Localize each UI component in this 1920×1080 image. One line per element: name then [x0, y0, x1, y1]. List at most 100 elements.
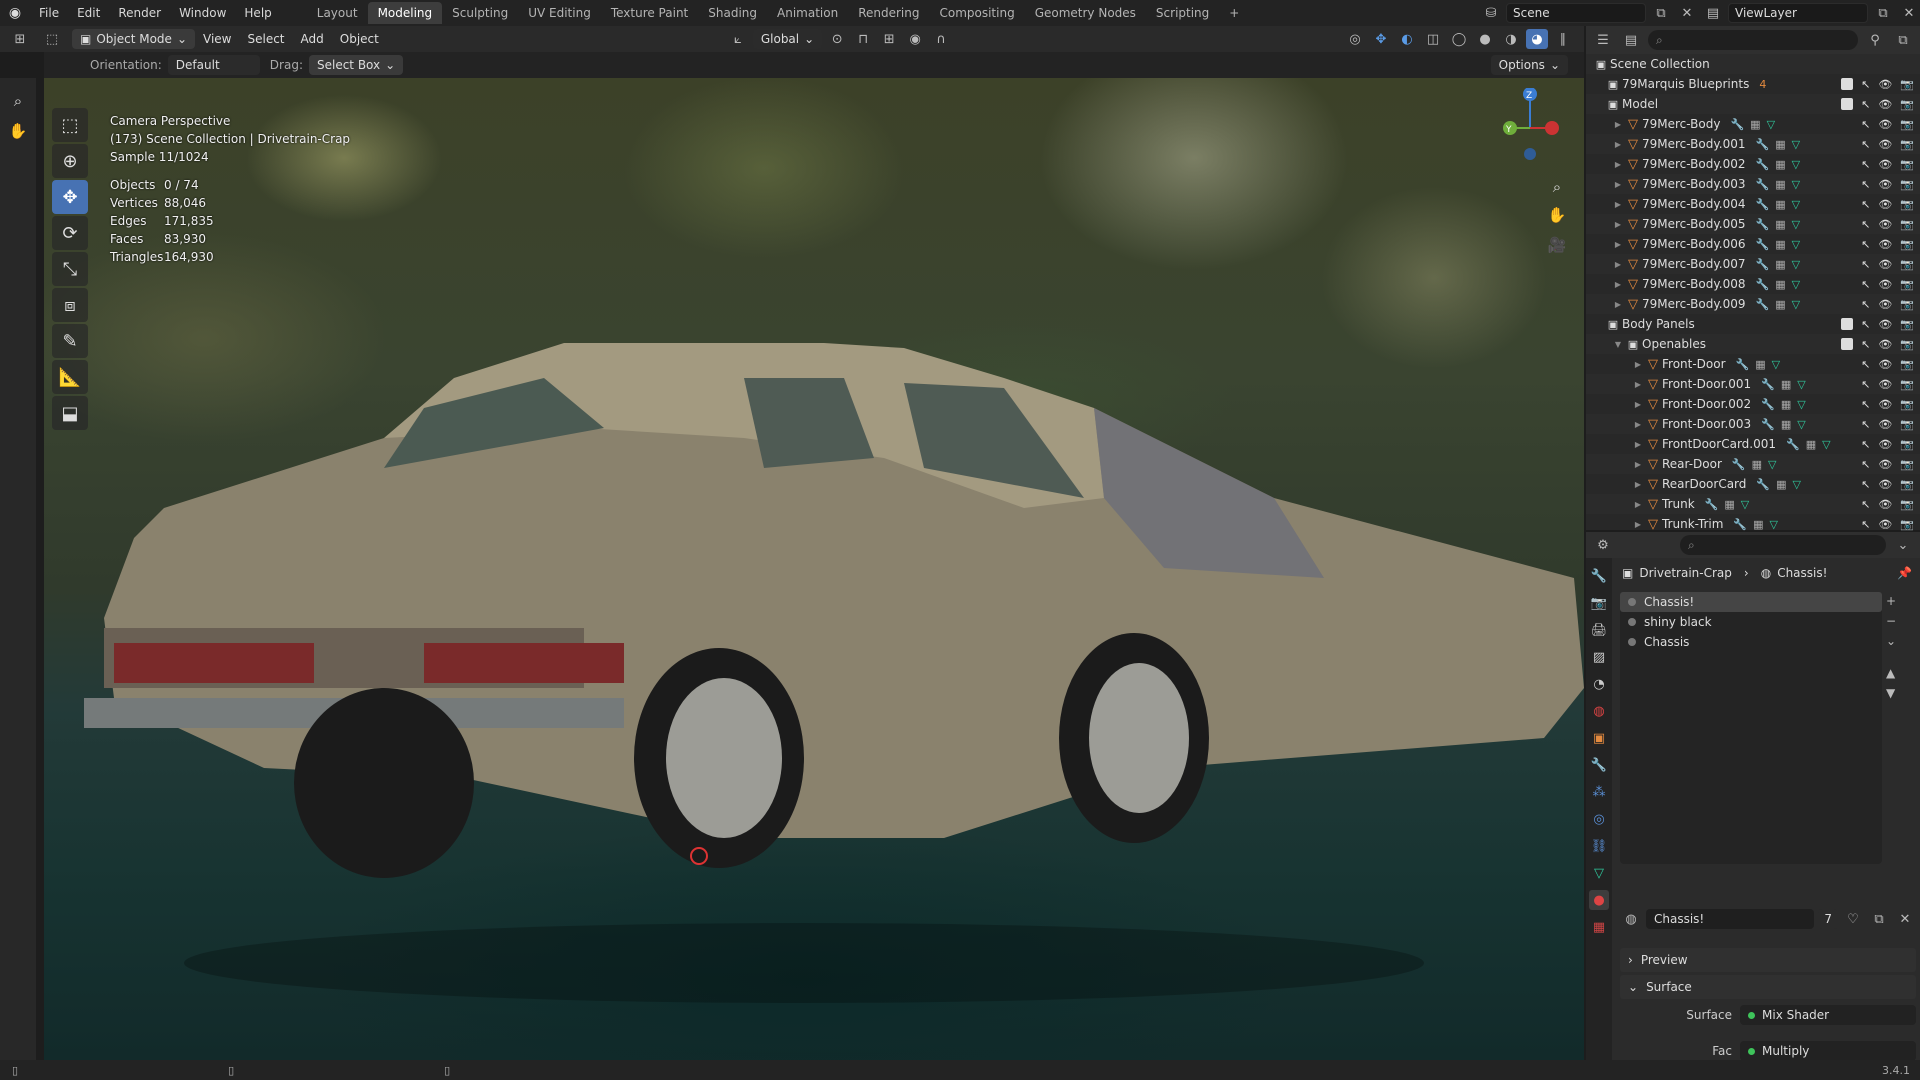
- wireframe-shading-icon[interactable]: ◯: [1448, 29, 1470, 49]
- annotate-tool-icon[interactable]: ✎: [52, 324, 88, 358]
- material-slots-icon[interactable]: ▦: [1781, 378, 1791, 391]
- eye-icon[interactable]: 👁: [1878, 258, 1892, 271]
- world-tab-icon[interactable]: ◍: [1589, 701, 1609, 721]
- camera-icon[interactable]: 📷: [1900, 458, 1914, 471]
- wrench-icon[interactable]: 🔧: [1755, 218, 1769, 231]
- eye-icon[interactable]: 👁: [1878, 138, 1892, 151]
- move-down-icon[interactable]: ▼: [1886, 686, 1896, 700]
- outliner-object-row[interactable]: ▶ ▽ Front-Door.002 🔧 ▦ ▽ ↖ 👁 📷: [1586, 394, 1920, 414]
- expand-right-icon[interactable]: ▶: [1632, 480, 1644, 489]
- camera-icon[interactable]: 📷: [1900, 78, 1914, 91]
- selectable-icon[interactable]: ↖: [1861, 438, 1870, 451]
- expand-right-icon[interactable]: ▶: [1612, 280, 1624, 289]
- selectable-icon[interactable]: ↖: [1861, 178, 1870, 191]
- material-slots-icon[interactable]: ▦: [1775, 238, 1785, 251]
- outliner-object-row[interactable]: ▶ ▽ 79Merc-Body.006 🔧 ▦ ▽ ↖ 👁 📷: [1586, 234, 1920, 254]
- texture-tab-icon[interactable]: ▦: [1589, 917, 1609, 937]
- drag-dropdown[interactable]: Select Box ⌄: [308, 55, 404, 75]
- selectable-icon[interactable]: ↖: [1861, 198, 1870, 211]
- material-slots-icon[interactable]: ▦: [1724, 498, 1734, 511]
- material-slots-icon[interactable]: ▦: [1781, 398, 1791, 411]
- eye-icon[interactable]: 👁: [1878, 458, 1892, 471]
- add-workspace-icon[interactable]: +: [1219, 2, 1249, 24]
- exclude-checkbox[interactable]: [1841, 318, 1854, 330]
- scene-tab-icon[interactable]: ◔: [1589, 674, 1609, 694]
- wrench-icon[interactable]: 🔧: [1755, 178, 1769, 191]
- expand-right-icon[interactable]: ▶: [1612, 300, 1624, 309]
- pause-render-icon[interactable]: ∥: [1552, 29, 1574, 49]
- tab-scripting[interactable]: Scripting: [1146, 2, 1219, 24]
- material-slot[interactable]: Chassis: [1620, 632, 1882, 652]
- camera-icon[interactable]: 📷: [1900, 478, 1914, 491]
- mesh-data-icon[interactable]: ▽: [1792, 258, 1800, 271]
- eye-icon[interactable]: 👁: [1878, 298, 1892, 311]
- properties-editor-icon[interactable]: ⚙: [1592, 535, 1614, 555]
- material-name-field[interactable]: Chassis!: [1646, 909, 1815, 929]
- blender-logo-icon[interactable]: ◉: [0, 0, 30, 26]
- menu-window[interactable]: Window: [170, 0, 235, 26]
- eye-icon[interactable]: 👁: [1878, 498, 1892, 511]
- camera-icon[interactable]: 📷: [1900, 318, 1914, 331]
- selectable-icon[interactable]: ↖: [1861, 358, 1870, 371]
- tab-texture-paint[interactable]: Texture Paint: [601, 2, 698, 24]
- exclude-checkbox[interactable]: [1841, 78, 1854, 90]
- wrench-icon[interactable]: 🔧: [1755, 298, 1769, 311]
- scene-field[interactable]: Scene: [1506, 3, 1646, 23]
- outliner-object-row[interactable]: ▶ ▽ Trunk-Trim 🔧 ▦ ▽ ↖ 👁 📷: [1586, 514, 1920, 534]
- material-tab-icon[interactable]: ●: [1589, 890, 1609, 910]
- mesh-data-icon[interactable]: ▽: [1792, 238, 1800, 251]
- visibility-icon[interactable]: ◎: [1344, 29, 1366, 49]
- scene-icon[interactable]: ⛁: [1480, 3, 1502, 23]
- eye-icon[interactable]: 👁: [1878, 158, 1892, 171]
- menu-edit[interactable]: Edit: [68, 0, 109, 26]
- material-slots-icon[interactable]: ▦: [1750, 118, 1760, 131]
- selectable-icon[interactable]: ↖: [1861, 418, 1870, 431]
- surface-shader-field[interactable]: Mix Shader: [1740, 1005, 1916, 1025]
- outliner-object-row[interactable]: ▶ ▽ 79Merc-Body.001 🔧 ▦ ▽ ↖ 👁 📷: [1586, 134, 1920, 154]
- camera-icon[interactable]: 📷: [1900, 278, 1914, 291]
- outliner-object-row[interactable]: ▶ ▽ Rear-Door 🔧 ▦ ▽ ↖ 👁 📷: [1586, 454, 1920, 474]
- camera-icon[interactable]: 📷: [1900, 98, 1914, 111]
- wrench-icon[interactable]: 🔧: [1732, 458, 1746, 471]
- selectable-icon[interactable]: ↖: [1861, 338, 1870, 351]
- pan-view-icon[interactable]: ✋: [1544, 202, 1570, 228]
- material-slots-icon[interactable]: ▦: [1775, 278, 1785, 291]
- object-tab-icon[interactable]: ▣: [1589, 728, 1609, 748]
- new-collection-icon[interactable]: ⧉: [1892, 30, 1914, 50]
- selectable-icon[interactable]: ↖: [1861, 378, 1870, 391]
- selectable-icon[interactable]: ↖: [1861, 238, 1870, 251]
- material-slots-icon[interactable]: ▦: [1775, 138, 1785, 151]
- tab-shading[interactable]: Shading: [698, 2, 767, 24]
- gizmo-toggle-icon[interactable]: ✥: [1370, 29, 1392, 49]
- outliner-object-row[interactable]: ▶ ▽ 79Merc-Body.008 🔧 ▦ ▽ ↖ 👁 📷: [1586, 274, 1920, 294]
- menu-add[interactable]: Add: [293, 32, 332, 46]
- camera-icon[interactable]: 📷: [1900, 418, 1914, 431]
- selectable-icon[interactable]: ↖: [1861, 458, 1870, 471]
- menu-render[interactable]: Render: [109, 0, 170, 26]
- pan-icon[interactable]: ✋: [5, 118, 31, 144]
- transform-tool-icon[interactable]: ⧈: [52, 288, 88, 322]
- mesh-data-icon[interactable]: ▽: [1793, 478, 1801, 491]
- selectable-icon[interactable]: ↖: [1861, 98, 1870, 111]
- tab-sculpting[interactable]: Sculpting: [442, 2, 518, 24]
- wrench-icon[interactable]: 🔧: [1755, 158, 1769, 171]
- view-layer-field[interactable]: ViewLayer: [1728, 3, 1868, 23]
- material-slot[interactable]: shiny black: [1620, 612, 1882, 632]
- mesh-data-icon[interactable]: ▽: [1792, 158, 1800, 171]
- mesh-data-icon[interactable]: ▽: [1768, 458, 1776, 471]
- mesh-data-icon[interactable]: ▽: [1741, 498, 1749, 511]
- camera-view-icon[interactable]: 🎥: [1544, 232, 1570, 258]
- add-cube-tool-icon[interactable]: ⬓: [52, 396, 88, 430]
- camera-icon[interactable]: 📷: [1900, 378, 1914, 391]
- camera-icon[interactable]: 📷: [1900, 518, 1914, 531]
- orientation-dropdown[interactable]: Default: [167, 55, 260, 75]
- camera-icon[interactable]: 📷: [1900, 498, 1914, 511]
- properties-search-input[interactable]: ⌕: [1680, 535, 1886, 555]
- display-mode-icon[interactable]: ▤: [1620, 30, 1642, 50]
- measure-tool-icon[interactable]: 📐: [52, 360, 88, 394]
- camera-icon[interactable]: 📷: [1900, 118, 1914, 131]
- solid-shading-icon[interactable]: ●: [1474, 29, 1496, 49]
- wrench-icon[interactable]: 🔧: [1730, 118, 1744, 131]
- new-scene-icon[interactable]: ⧉: [1650, 3, 1672, 23]
- 3d-viewport[interactable]: ⊞ ⬚ ▣ Object Mode ⌄ View Select Add Obje…: [0, 26, 1584, 1060]
